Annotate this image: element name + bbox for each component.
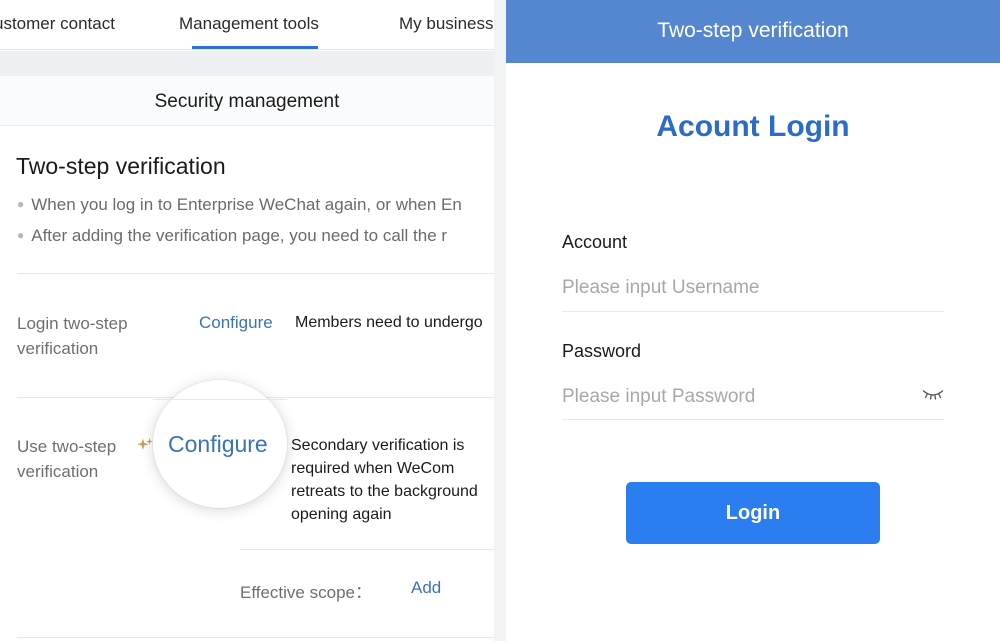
login-two-step-description: Members need to undergo	[295, 314, 483, 331]
effective-scope-label: Effective scope：	[240, 583, 372, 602]
username-input[interactable]	[562, 274, 944, 302]
section-spacer	[0, 51, 494, 76]
top-tab-bar: ustomer contact Management tools My busi…	[0, 0, 494, 50]
panel-separator	[494, 0, 506, 641]
section-title: Security management	[154, 91, 340, 112]
password-input[interactable]	[562, 383, 912, 411]
bullet-dot-icon: ●	[17, 197, 25, 211]
divider	[17, 637, 494, 638]
login-button[interactable]: Login	[626, 482, 880, 544]
password-label: Password	[562, 341, 642, 361]
tab-customer-contact[interactable]: ustomer contact	[0, 14, 115, 34]
admin-console-panel: ustomer contact Management tools My busi…	[0, 0, 494, 641]
eye-closed-icon[interactable]	[922, 387, 944, 401]
mobile-window-title: Two-step verification	[657, 19, 849, 42]
tab-my-business[interactable]: My business	[399, 14, 493, 34]
info-bullet: ● When you log in to Enterprise WeChat ag…	[17, 195, 462, 214]
mobile-title-bar: Two-step verification	[506, 0, 1000, 63]
input-underline	[562, 419, 944, 420]
section-header: Security management	[0, 76, 494, 126]
divider	[240, 549, 494, 550]
account-label: Account	[562, 232, 628, 252]
tab-management-tools[interactable]: Management tools	[179, 14, 319, 34]
login-heading: Acount Login	[656, 110, 850, 143]
input-underline	[562, 311, 944, 312]
active-tab-indicator	[192, 46, 318, 49]
sparkle-icon	[137, 438, 153, 450]
divider	[153, 399, 287, 400]
use-two-step-description: Secondary verification is required when …	[291, 437, 478, 523]
login-two-step-label: Login two-step verification	[17, 314, 128, 358]
info-bullet: ● After adding the verification page, you…	[17, 226, 448, 245]
use-configure-link[interactable]: Configure	[168, 431, 268, 458]
divider	[17, 273, 494, 274]
mobile-login-panel: Two-step verification Acount Login Accou…	[506, 0, 1000, 641]
page-heading: Two-step verification	[16, 153, 226, 179]
login-configure-link[interactable]: Configure	[199, 313, 273, 333]
use-two-step-label: Use two-step verification	[17, 437, 117, 481]
bullet-dot-icon: ●	[17, 228, 25, 242]
scope-add-link[interactable]: Add	[411, 578, 441, 598]
